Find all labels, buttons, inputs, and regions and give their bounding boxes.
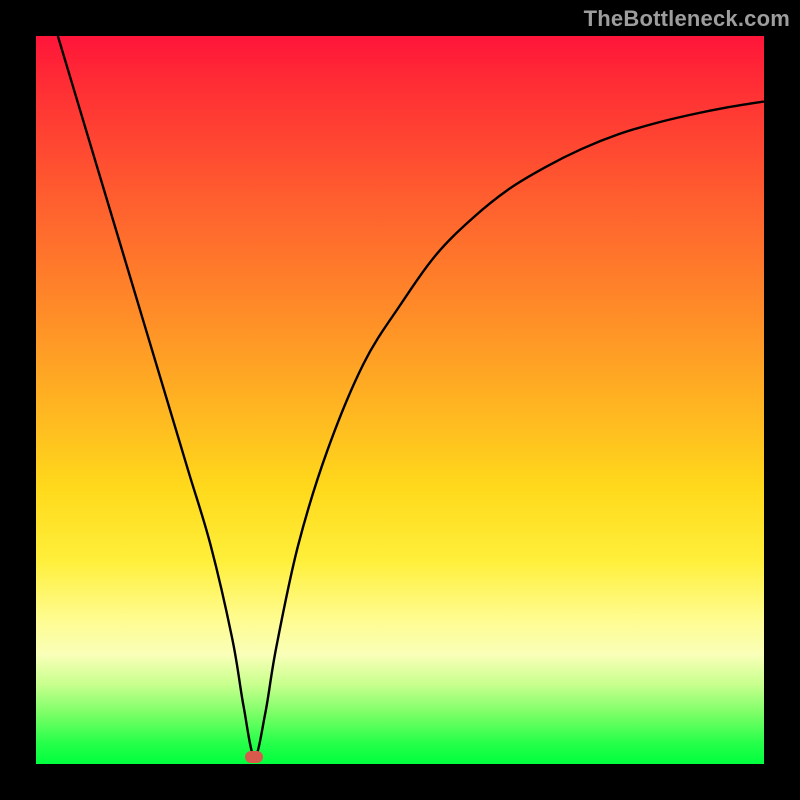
plot-area (36, 36, 764, 764)
watermark-text: TheBottleneck.com (584, 6, 790, 32)
chart-frame: TheBottleneck.com (0, 0, 800, 800)
bottleneck-curve (36, 36, 764, 764)
optimal-point-marker (245, 751, 263, 763)
curve-path (58, 36, 764, 757)
